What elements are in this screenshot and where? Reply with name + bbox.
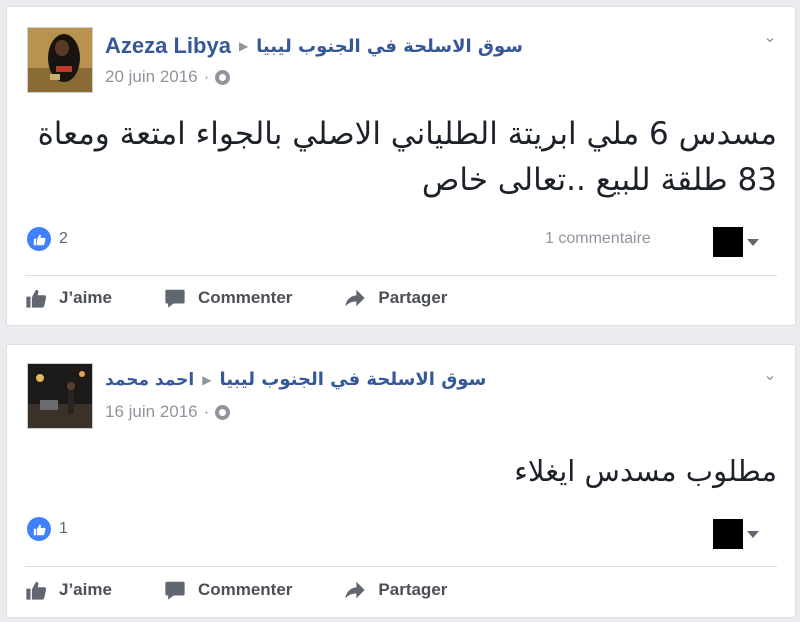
thumbs-up-icon xyxy=(27,517,51,541)
share-arrow-icon xyxy=(345,289,366,307)
share-label: Partager xyxy=(378,580,448,599)
share-button[interactable]: Partager xyxy=(344,579,447,601)
like-count: 1 xyxy=(59,520,68,537)
like-label: J’aime xyxy=(59,288,112,307)
post-text: مطلوب مسدس ايغلاء xyxy=(514,454,777,488)
chevron-down-icon[interactable]: ⌄ xyxy=(763,368,777,384)
author-avatar[interactable] xyxy=(27,363,93,429)
post-text: مسدس 6 ملي ابريتة الطلياني الاصلي بالجوا… xyxy=(37,116,777,198)
globe-icon[interactable] xyxy=(215,69,231,85)
comment-count[interactable]: 1 commentaire xyxy=(545,230,651,248)
viewer-selector[interactable] xyxy=(713,227,759,257)
author-avatar[interactable] xyxy=(27,27,93,93)
post-meta: 16 juin 2016 · xyxy=(105,402,231,422)
like-button[interactable]: J’aime xyxy=(25,579,112,601)
post-date[interactable]: 16 juin 2016 xyxy=(105,402,198,422)
post-date[interactable]: 20 juin 2016 xyxy=(105,67,198,87)
group-name[interactable]: سوق الاسلحة في الجنوب ليبيا xyxy=(219,369,486,390)
post-header: Azeza Libya ▶ سوق الاسلحة في الجنوب ليبي… xyxy=(105,33,523,59)
viewer-avatar xyxy=(713,227,743,257)
caret-down-icon xyxy=(747,238,759,246)
post-card: Azeza Libya ▶ سوق الاسلحة في الجنوب ليبي… xyxy=(6,6,796,326)
meta-separator: · xyxy=(203,402,210,421)
globe-icon[interactable] xyxy=(215,404,231,420)
caret-down-icon xyxy=(747,530,759,538)
viewer-avatar xyxy=(713,519,743,549)
share-label: Partager xyxy=(378,288,448,307)
reaction-summary[interactable]: 2 xyxy=(27,227,68,251)
speech-bubble-icon xyxy=(165,289,185,308)
caret-right-icon: ▶ xyxy=(238,39,249,53)
group-name[interactable]: سوق الاسلحة في الجنوب ليبيا xyxy=(256,36,523,57)
avatar-image xyxy=(28,364,92,428)
speech-bubble-icon xyxy=(165,581,185,600)
caret-right-icon: ▶ xyxy=(202,372,212,387)
divider xyxy=(25,275,777,276)
chevron-down-icon[interactable]: ⌄ xyxy=(763,30,777,46)
share-button[interactable]: Partager xyxy=(344,287,447,309)
avatar-image xyxy=(28,28,92,92)
author-name[interactable]: Azeza Libya xyxy=(105,33,231,59)
meta-separator: · xyxy=(203,67,210,86)
thumbs-up-icon xyxy=(26,289,47,308)
divider xyxy=(25,566,777,567)
action-bar: J’aime Commenter Partager xyxy=(25,287,499,309)
like-count: 2 xyxy=(59,230,68,247)
action-bar: J’aime Commenter Partager xyxy=(25,579,499,601)
like-label: J’aime xyxy=(59,580,112,599)
like-button[interactable]: J’aime xyxy=(25,287,112,309)
viewer-selector[interactable] xyxy=(713,519,759,549)
reaction-summary[interactable]: 1 xyxy=(27,517,68,541)
post-header: احمد محمد ▶ سوق الاسلحة في الجنوب ليبيا xyxy=(105,369,486,390)
comment-label: Commenter xyxy=(197,580,293,599)
post-meta: 20 juin 2016 · xyxy=(105,67,231,87)
thumbs-up-icon xyxy=(26,581,47,600)
comment-button[interactable]: Commenter xyxy=(164,579,292,601)
comment-button[interactable]: Commenter xyxy=(164,287,292,309)
share-arrow-icon xyxy=(345,581,366,599)
thumbs-up-icon xyxy=(27,227,51,251)
author-name[interactable]: احمد محمد xyxy=(105,370,194,390)
post-card: احمد محمد ▶ سوق الاسلحة في الجنوب ليبيا … xyxy=(6,344,796,618)
comment-label: Commenter xyxy=(197,288,293,307)
